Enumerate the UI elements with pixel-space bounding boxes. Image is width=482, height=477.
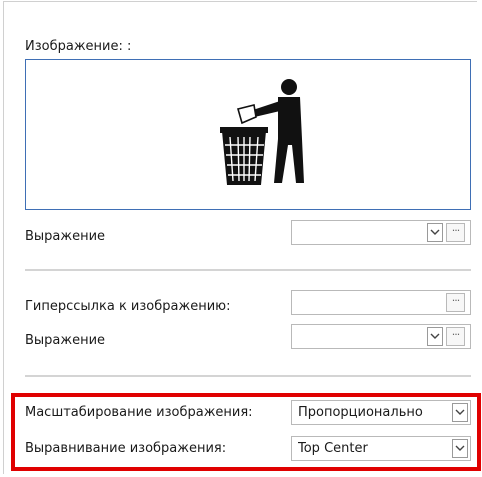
chevron-down-icon xyxy=(455,445,465,451)
expression1-dropdown-button[interactable] xyxy=(427,223,443,242)
expression2-ellipsis-button[interactable]: ··· xyxy=(446,327,465,346)
expression2-dropdown-button[interactable] xyxy=(427,327,443,346)
scaling-label: Масштабирование изображения: xyxy=(25,405,253,420)
image-label: Изображение: : xyxy=(25,39,132,54)
expression1-label: Выражение xyxy=(25,229,106,244)
alignment-select[interactable]: Top Center xyxy=(291,436,471,461)
separator xyxy=(25,375,471,377)
scaling-value: Пропорционально xyxy=(298,405,423,420)
trash-bin-recycle-icon xyxy=(220,79,304,185)
chevron-down-icon xyxy=(430,229,440,235)
chevron-down-icon xyxy=(455,409,465,415)
hyperlink-field[interactable]: ··· xyxy=(291,290,471,315)
alignment-value: Top Center xyxy=(298,441,368,456)
alignment-dropdown-button[interactable] xyxy=(452,439,468,458)
hyperlink-ellipsis-button[interactable]: ··· xyxy=(446,293,465,312)
expression1-combo[interactable]: ··· xyxy=(291,220,471,245)
scaling-dropdown-button[interactable] xyxy=(452,403,468,422)
hyperlink-label: Гиперссылка к изображению: xyxy=(25,299,231,314)
expression2-combo[interactable]: ··· xyxy=(291,324,471,349)
expression1-ellipsis-button[interactable]: ··· xyxy=(446,223,465,242)
image-preview[interactable] xyxy=(25,59,471,210)
expression2-label: Выражение xyxy=(25,333,106,348)
scaling-select[interactable]: Пропорционально xyxy=(291,400,471,425)
chevron-down-icon xyxy=(430,333,440,339)
alignment-label: Выравнивание изображения: xyxy=(25,441,227,456)
separator xyxy=(25,269,471,271)
